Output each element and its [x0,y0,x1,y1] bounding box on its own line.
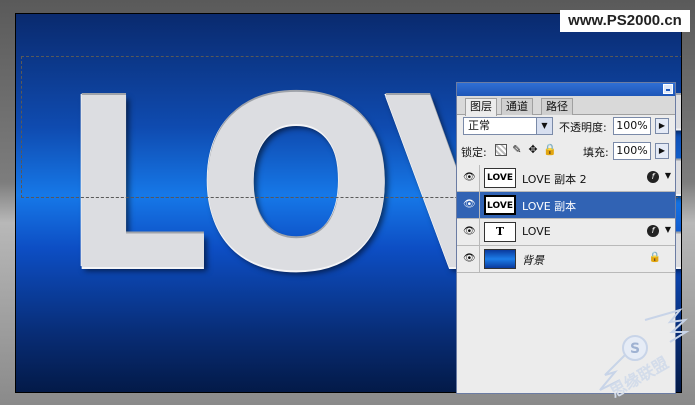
lock-label: 锁定: [461,146,487,159]
layer-effects-icon[interactable]: f [647,225,659,237]
layer-name[interactable]: 背景 [522,252,544,268]
layer-thumbnail: LOVE [484,195,516,215]
opacity-label: 不透明度: [559,121,607,134]
expand-effects-icon[interactable]: ▼ [665,225,671,234]
background-thumbnail [484,249,516,269]
layer-name[interactable]: LOVE [522,225,551,238]
layer-row-selected[interactable]: 👁 LOVE LOVE 副本 [457,192,675,219]
watermark-text: www.PS2000.cn [560,10,690,32]
fill-label: 填充: [583,146,609,159]
fill-slider-arrow-icon[interactable]: ▶ [655,143,669,159]
panel-titlebar[interactable] [457,83,675,96]
eye-icon[interactable]: 👁 [463,173,476,183]
site-logo-icon: S 思缘联盟 [599,308,690,400]
layer-name[interactable]: LOVE 副本 [522,198,576,214]
blend-mode-value: 正常 [468,119,490,132]
layers-list: 👁 LOVE LOVE 副本 2 f ▼ 👁 LOVE LOVE 副本 👁 T … [457,165,675,273]
eye-icon[interactable]: 👁 [463,200,476,210]
fill-input[interactable]: 100% [613,142,651,160]
tab-layers[interactable]: 图层 [465,98,497,116]
layer-row[interactable]: 👁 T LOVE f ▼ [457,219,675,246]
lock-fill-row: 锁定: ✎ ✥ 🔒 填充: 100% ▶ [461,141,671,161]
panel-tabs: 图层 通道 路径 [457,96,675,116]
lock-all-icon[interactable]: 🔒 [543,144,557,156]
expand-effects-icon[interactable]: ▼ [665,171,671,180]
opacity-input[interactable]: 100% [613,117,651,135]
blend-mode-select[interactable]: 正常 ▼ [463,117,553,135]
lock-icon: 🔒 [648,252,661,263]
chevron-down-icon[interactable]: ▼ [536,118,552,134]
opacity-slider-arrow-icon[interactable]: ▶ [655,118,669,134]
lock-position-icon[interactable]: ✥ [527,144,539,156]
svg-text:S: S [630,341,640,357]
layer-effects-icon[interactable]: f [647,171,659,183]
layer-row[interactable]: 👁 LOVE LOVE 副本 2 f ▼ [457,165,675,192]
eye-icon[interactable]: 👁 [463,254,476,264]
lock-transparent-icon[interactable] [495,144,507,156]
lock-image-icon[interactable]: ✎ [511,144,523,156]
layer-name[interactable]: LOVE 副本 2 [522,171,587,187]
blend-opacity-row: 正常 ▼ 不透明度: 100% ▶ [461,116,671,136]
type-layer-thumbnail: T [484,222,516,242]
layer-row[interactable]: 👁 背景 🔒 [457,246,675,273]
tab-paths[interactable]: 路径 [541,98,573,115]
layer-thumbnail: LOVE [484,168,516,188]
eye-icon[interactable]: 👁 [463,227,476,237]
tab-channels[interactable]: 通道 [501,98,533,115]
minimize-icon[interactable] [663,84,673,94]
window-frame: LOVE www.PS2000.cn 图层 通道 路径 正常 ▼ 不透明度: 1… [0,0,695,405]
